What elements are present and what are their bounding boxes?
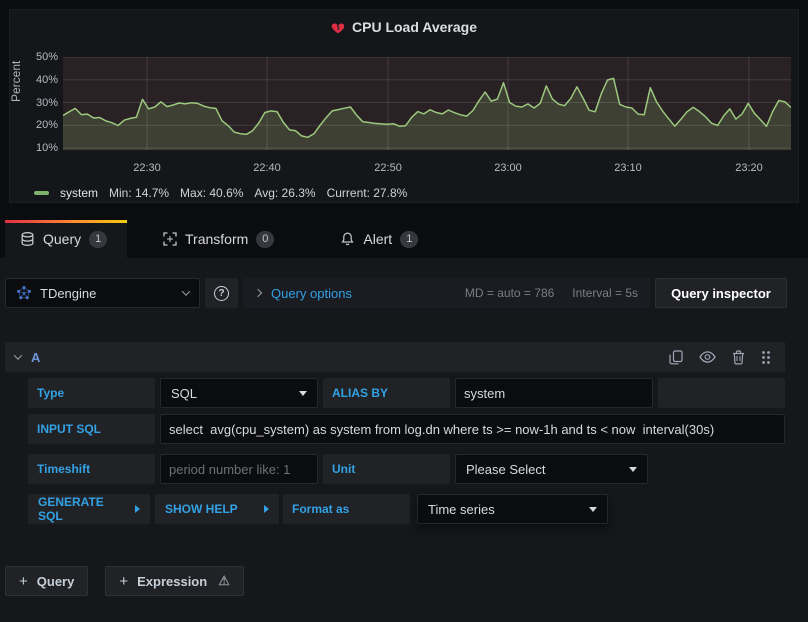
type-label: Type [28, 378, 155, 408]
legend-max: Max: 40.6% [180, 186, 243, 200]
x-tick-label: 22:50 [363, 162, 413, 174]
caret-down-icon [299, 391, 307, 396]
legend-min: Min: 14.7% [109, 186, 169, 200]
input-sql-row: INPUT SQL [28, 414, 790, 444]
drag-handle-icon[interactable] [761, 350, 771, 365]
alert-heart-break-icon [331, 21, 345, 34]
warning-triangle-icon: ⚠ [218, 573, 230, 589]
format-as-label: Format as [283, 494, 410, 524]
query-options-label[interactable]: Query options [271, 286, 352, 301]
tab-transform-count: 0 [256, 231, 274, 248]
x-tick-label: 23:10 [603, 162, 653, 174]
bell-icon [340, 232, 355, 247]
datasource-name: TDengine [40, 286, 96, 301]
y-tick-label: 10% [14, 142, 58, 154]
plus-icon: + [19, 573, 28, 590]
add-actions-row: + Query + Expression ⚠ [5, 566, 244, 596]
tab-transform-label: Transform [185, 231, 248, 247]
type-select[interactable]: SQL [160, 378, 318, 408]
add-query-button[interactable]: + Query [5, 566, 88, 596]
timeshift-label: Timeshift [28, 454, 155, 484]
max-datapoints-info: MD = auto = 786 [465, 286, 554, 300]
x-tick-label: 22:40 [242, 162, 292, 174]
add-query-label: Query [37, 574, 75, 589]
cpu-load-panel: CPU Load Average Percent 50%40%30%20%10%… [9, 9, 799, 203]
alias-by-input[interactable] [455, 378, 653, 408]
chevron-right-icon [264, 505, 269, 513]
delete-query-trash-icon[interactable] [732, 350, 745, 365]
legend-series-name[interactable]: system [60, 186, 98, 200]
y-tick-label: 30% [14, 97, 58, 109]
datasource-help-button[interactable]: ? [205, 278, 238, 308]
interval-info: Interval = 5s [572, 286, 638, 300]
legend-swatch [34, 191, 49, 195]
type-row: Type SQL ALIAS BY [28, 378, 785, 408]
datasource-row: TDengine ? Query options MD = auto = 786… [5, 278, 787, 308]
tab-query-count: 1 [89, 231, 107, 248]
editor-tabbar: Query 1 Transform 0 Alert 1 [0, 220, 808, 258]
input-sql-input[interactable] [160, 414, 785, 444]
panel-title: CPU Load Average [352, 19, 477, 35]
chevron-right-icon [254, 289, 262, 297]
y-tick-label: 20% [14, 119, 58, 131]
query-inspector-button[interactable]: Query inspector [655, 278, 787, 308]
format-as-select[interactable]: Time series [417, 494, 608, 524]
tab-query-label: Query [43, 231, 81, 247]
generate-sql-button[interactable]: GENERATE SQL [28, 494, 150, 524]
chart-canvas [63, 57, 791, 150]
unit-select[interactable]: Please Select [455, 454, 648, 484]
show-help-button[interactable]: SHOW HELP [155, 494, 279, 524]
cpu-load-chart[interactable] [63, 57, 791, 150]
panel-header[interactable]: CPU Load Average [10, 17, 798, 37]
tab-query[interactable]: Query 1 [5, 220, 127, 258]
transform-icon [162, 232, 177, 247]
y-tick-label: 40% [14, 74, 58, 86]
timeshift-input[interactable] [160, 454, 318, 484]
query-inspector-label: Query inspector [671, 286, 771, 301]
generate-row: GENERATE SQL SHOW HELP Format as Time se… [28, 494, 613, 524]
tab-alert-label: Alert [363, 231, 392, 247]
datasource-picker[interactable]: TDengine [5, 278, 200, 308]
generate-sql-label: GENERATE SQL [38, 495, 127, 523]
legend-avg: Avg: 26.3% [254, 186, 315, 200]
type-select-value: SQL [171, 386, 197, 401]
chevron-right-icon [135, 505, 140, 513]
timeshift-row: Timeshift Unit Please Select [28, 454, 653, 484]
caret-down-icon [629, 467, 637, 472]
legend-current: Current: 27.8% [327, 186, 408, 200]
plus-icon: + [119, 573, 128, 590]
row-filler [658, 378, 785, 408]
query-refid: A [31, 350, 40, 365]
tdengine-icon [16, 285, 32, 301]
show-help-label: SHOW HELP [165, 502, 238, 516]
input-sql-label: INPUT SQL [28, 414, 155, 444]
query-options-bar[interactable]: Query options MD = auto = 786 Interval =… [243, 278, 650, 308]
y-tick-label: 50% [14, 51, 58, 63]
add-expression-label: Expression [137, 574, 207, 589]
duplicate-query-icon[interactable] [669, 350, 683, 365]
x-tick-label: 23:00 [483, 162, 533, 174]
hide-query-eye-icon[interactable] [699, 351, 716, 363]
unit-select-value: Please Select [466, 462, 546, 477]
tab-alert[interactable]: Alert 1 [325, 220, 433, 258]
tab-transform[interactable]: Transform 0 [147, 220, 289, 258]
x-tick-label: 23:20 [724, 162, 774, 174]
add-expression-button[interactable]: + Expression ⚠ [105, 566, 244, 596]
question-circle-icon: ? [214, 286, 229, 301]
chevron-down-icon [182, 287, 190, 295]
chart-legend: system Min: 14.7% Max: 40.6% Avg: 26.3% … [34, 186, 407, 200]
database-icon [20, 232, 35, 247]
alias-by-label: ALIAS BY [323, 378, 450, 408]
query-editor-pane: TDengine ? Query options MD = auto = 786… [0, 258, 808, 622]
query-row-header[interactable]: A [5, 342, 785, 372]
format-as-value: Time series [428, 502, 495, 517]
caret-down-icon [589, 507, 597, 512]
collapse-chevron-icon[interactable] [14, 351, 22, 359]
unit-label: Unit [323, 454, 450, 484]
x-tick-label: 22:30 [122, 162, 172, 174]
tab-alert-count: 1 [400, 231, 418, 248]
